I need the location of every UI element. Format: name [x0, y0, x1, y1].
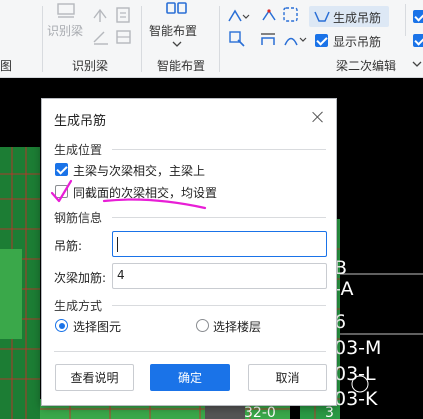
section-generation-method: 生成方式	[54, 299, 103, 313]
group-divider	[219, 6, 220, 72]
chevron-down-icon[interactable]	[412, 60, 422, 68]
select-element-label: 选择图元	[73, 320, 122, 334]
generate-hanger-dialog: 生成吊筋 生成位置 主梁与次梁相交，主梁上 同截面的次梁相交，均设置 钢筋信息 …	[41, 98, 337, 406]
dialog-title: 生成吊筋	[54, 114, 107, 129]
checklist-icon[interactable]	[114, 6, 134, 24]
cad-label: 32-0	[244, 405, 276, 419]
show-hanger-checkbox[interactable]	[315, 34, 328, 47]
section-divider	[112, 149, 326, 150]
ribbon-partial-checkbox[interactable]	[413, 10, 423, 23]
section-divider	[112, 217, 326, 218]
group-divider	[42, 6, 43, 72]
same-section-intersection-checkbox[interactable]	[55, 185, 68, 198]
cancel-button[interactable]: 取消	[248, 364, 327, 391]
cad-label: 03-L	[334, 363, 376, 385]
ribbon-toolbar: 图 识别梁 识别梁 智能布置 智能布置 生成吊筋 显示吊筋 梁二次编辑	[0, 0, 423, 78]
same-section-intersection-label: 同截面的次梁相交，均设置	[73, 186, 218, 200]
chevron-down-icon[interactable]	[172, 40, 182, 48]
button-divider	[54, 351, 326, 352]
search-beam-icon[interactable]	[228, 30, 246, 48]
arch-beam-icon[interactable]	[282, 30, 308, 48]
group-divider	[141, 6, 142, 72]
beam-span-icon[interactable]	[226, 7, 252, 25]
ribbon-partial-checkbox[interactable]	[413, 34, 423, 47]
hanger-rebar-input[interactable]	[112, 231, 327, 257]
undo-arrow-icon[interactable]	[90, 6, 112, 24]
secondary-rebar-label: 次梁加筋:	[54, 271, 107, 285]
section-generation-position: 生成位置	[54, 143, 103, 157]
section-divider	[112, 305, 326, 306]
beam-table-icon[interactable]	[114, 28, 134, 46]
text-caret	[117, 237, 118, 252]
edit-beam-icon[interactable]	[90, 28, 112, 46]
group-divider	[405, 4, 406, 36]
select-floor-radio[interactable]	[196, 319, 209, 332]
select-floor-label: 选择楼层	[213, 320, 262, 334]
beam-select-icon[interactable]	[282, 6, 300, 24]
hanger-rebar-icon	[314, 11, 330, 22]
ok-button[interactable]: 确定	[150, 364, 230, 391]
generate-hanger-button[interactable]: 生成吊筋	[333, 9, 381, 26]
secondary-rebar-value: 4	[117, 268, 125, 282]
close-icon[interactable]	[310, 109, 326, 125]
select-element-radio[interactable]	[55, 319, 68, 332]
group-label-identify-beam: 识别梁	[72, 59, 109, 73]
group-label-smart-layout: 智能布置	[157, 59, 206, 73]
identify-beam-button[interactable]: 识别梁	[47, 22, 83, 39]
hanger-rebar-label: 吊筋:	[54, 239, 83, 253]
align-beam-icon[interactable]	[258, 30, 278, 48]
cad-label: 03-K	[334, 388, 378, 410]
secondary-rebar-input[interactable]: 4	[112, 263, 327, 289]
show-hanger-label: 显示吊筋	[333, 35, 382, 49]
smart-layout-icon	[166, 2, 187, 14]
identify-beam-icon	[57, 3, 75, 18]
main-secondary-intersection-label: 主梁与次梁相交，主梁上	[73, 164, 206, 178]
cad-label: 03-M	[334, 337, 382, 359]
main-secondary-intersection-checkbox[interactable]	[55, 163, 68, 176]
cad-label: 3	[325, 405, 334, 419]
section-rebar-info: 钢筋信息	[54, 211, 103, 225]
smart-layout-button[interactable]: 智能布置	[149, 22, 197, 39]
beam-move-icon[interactable]	[260, 7, 278, 25]
group-label-partial: 图	[0, 59, 13, 73]
help-button[interactable]: 查看说明	[55, 364, 134, 391]
group-label-secondary-edit: 梁二次编辑	[336, 59, 397, 73]
